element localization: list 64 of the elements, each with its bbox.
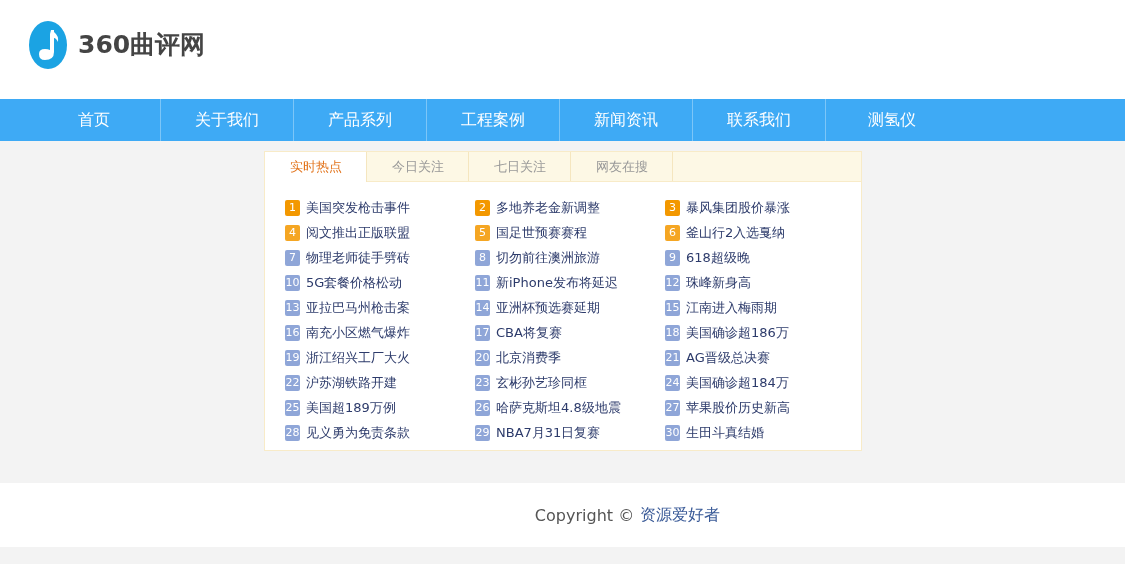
rank-badge: 21: [665, 349, 680, 366]
rank-badge: 25: [285, 399, 300, 416]
rank-badge: 13: [285, 299, 300, 316]
rank-badge: 29: [475, 424, 490, 441]
rank-badge: 28: [285, 424, 300, 441]
news-link[interactable]: 多地养老金新调整: [496, 198, 600, 217]
news-link[interactable]: 亚洲杯预选赛延期: [496, 298, 600, 317]
rank-badge: 4: [285, 224, 300, 241]
rank-badge: 11: [475, 274, 490, 291]
rank-badge: 12: [665, 274, 680, 291]
rank-badge: 27: [665, 399, 680, 416]
news-link[interactable]: 美国确诊超184万: [686, 373, 789, 392]
news-link[interactable]: 釜山行2入选戛纳: [686, 223, 786, 242]
rank-badge: 8: [475, 249, 490, 266]
news-link[interactable]: 哈萨克斯坦4.8级地震: [496, 398, 621, 417]
news-link[interactable]: 切勿前往澳洲旅游: [496, 248, 600, 267]
site-logo-text[interactable]: 360曲评网: [78, 28, 206, 61]
news-link[interactable]: 北京消费季: [496, 348, 561, 367]
news-link[interactable]: CBA将复赛: [496, 323, 562, 342]
rank-badge: 19: [285, 349, 300, 366]
news-link[interactable]: NBA7月31日复赛: [496, 423, 601, 442]
news-link[interactable]: 618超级晚: [686, 248, 750, 267]
rank-badge: 18: [665, 324, 680, 341]
news-link[interactable]: 沪苏湖铁路开建: [306, 373, 397, 392]
news-link[interactable]: 南充小区燃气爆炸: [306, 323, 410, 342]
rank-badge: 26: [475, 399, 490, 416]
rank-badge: 5: [475, 224, 490, 241]
rank-badge: 20: [475, 349, 490, 366]
rank-badge: 22: [285, 374, 300, 391]
rank-badge: 6: [665, 224, 680, 241]
rank-badge: 16: [285, 324, 300, 341]
news-link[interactable]: 苹果股价历史新高: [686, 398, 790, 417]
news-link[interactable]: 生田斗真结婚: [686, 423, 764, 442]
rank-badge: 2: [475, 199, 490, 216]
news-link[interactable]: 美国突发枪击事件: [306, 198, 410, 217]
news-link[interactable]: 暴风集团股价暴涨: [686, 198, 790, 217]
news-link[interactable]: 浙江绍兴工厂大火: [306, 348, 410, 367]
rank-badge: 9: [665, 249, 680, 266]
rank-badge: 30: [665, 424, 680, 441]
rank-badge: 24: [665, 374, 680, 391]
news-link[interactable]: 玄彬孙艺珍同框: [496, 373, 587, 392]
rank-badge: 7: [285, 249, 300, 266]
news-link[interactable]: 新iPhone发布将延迟: [496, 273, 618, 292]
news-link[interactable]: 美国确诊超186万: [686, 323, 789, 342]
news-link[interactable]: 国足世预赛赛程: [496, 223, 587, 242]
news-link[interactable]: 亚拉巴马州枪击案: [306, 298, 410, 317]
news-link[interactable]: 美国超189万例: [306, 398, 396, 417]
footer-link[interactable]: 资源爱好者: [640, 504, 721, 526]
news-link[interactable]: AG晋级总决赛: [686, 348, 770, 367]
news-link[interactable]: 珠峰新身高: [686, 273, 751, 292]
rank-badge: 17: [475, 324, 490, 341]
news-link[interactable]: 5G套餐价格松动: [306, 273, 403, 292]
news-link[interactable]: 物理老师徒手劈砖: [306, 248, 410, 267]
news-link[interactable]: 江南进入梅雨期: [686, 298, 777, 317]
rank-badge: 15: [665, 299, 680, 316]
rank-badge: 14: [475, 299, 490, 316]
rank-badge: 1: [285, 199, 300, 216]
news-link[interactable]: 阅文推出正版联盟: [306, 223, 410, 242]
rank-badge: 23: [475, 374, 490, 391]
rank-badge: 10: [285, 274, 300, 291]
music-note-logo-icon: [28, 19, 68, 70]
copyright-text: Copyright ©: [534, 505, 635, 525]
rank-badge: 3: [665, 199, 680, 216]
news-link[interactable]: 见义勇为免责条款: [306, 423, 410, 442]
